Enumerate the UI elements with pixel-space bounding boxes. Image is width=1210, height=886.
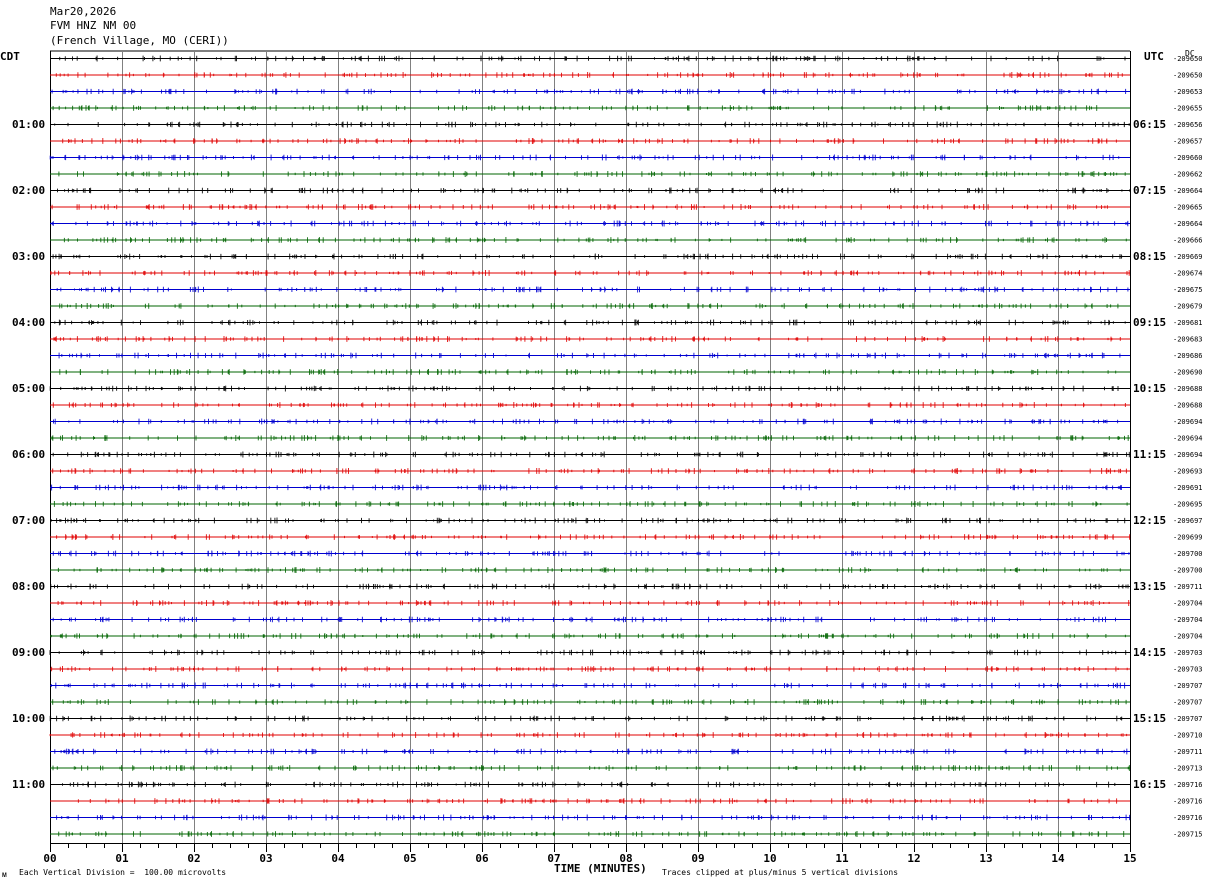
dc-offset-label: -209715 (1173, 831, 1203, 839)
x-tick-label: 14 (1051, 852, 1065, 865)
dc-offset-label: -209664 (1173, 220, 1203, 228)
dc-offset-label: -209697 (1173, 517, 1203, 525)
dc-offset-label: -209699 (1173, 534, 1203, 542)
dc-offset-label: -209704 (1173, 633, 1203, 641)
dc-offset-label: -209665 (1173, 204, 1203, 212)
clip-note: Traces clipped at plus/minus 5 vertical … (662, 868, 899, 877)
hour-label-utc: 13:15 (1133, 580, 1166, 593)
dc-offset-label: -209700 (1173, 567, 1203, 575)
dc-offset-label: -209704 (1173, 600, 1203, 608)
dc-label: DC (1185, 49, 1195, 58)
dc-offset-label: -209690 (1173, 369, 1203, 377)
dc-offset-label: -209664 (1173, 187, 1203, 195)
dc-offset-label: -209694 (1173, 451, 1203, 459)
dc-offset-label: -209703 (1173, 666, 1203, 674)
right-timezone-label: UTC (1144, 50, 1164, 63)
date-label: Mar20,2026 (50, 5, 117, 18)
hour-label-local: 02:00 (12, 184, 45, 197)
hour-label-local: 07:00 (12, 514, 45, 527)
dc-offset-label: -209683 (1173, 336, 1203, 344)
hour-label-utc: 14:15 (1133, 646, 1166, 659)
hour-label-utc: 12:15 (1133, 514, 1166, 527)
dc-offset-label: -209695 (1173, 501, 1203, 509)
dc-offset-label: -209694 (1173, 418, 1203, 426)
scale-note: Each Vertical Division = 100.00 microvol… (19, 868, 227, 877)
dc-offset-label: -209688 (1173, 385, 1203, 393)
dc-offset-label: -209711 (1173, 748, 1203, 756)
dc-offset-label: -209700 (1173, 550, 1203, 558)
hour-label-local: 01:00 (12, 118, 45, 131)
dc-offset-label: -209674 (1173, 270, 1203, 278)
dc-offset-label: -209707 (1173, 715, 1203, 723)
dc-offset-label: -209660 (1173, 154, 1203, 162)
hour-label-utc: 07:15 (1133, 184, 1166, 197)
x-tick-label: 05 (403, 852, 416, 865)
dc-offset-label: -209691 (1173, 484, 1203, 492)
hour-label-local: 10:00 (12, 712, 45, 725)
dc-offset-label: -209662 (1173, 171, 1203, 179)
x-tick-label: 06 (475, 852, 489, 865)
hour-label-utc: 06:15 (1133, 118, 1166, 131)
dc-offset-label: -209650 (1173, 72, 1203, 80)
x-tick-label: 12 (907, 852, 920, 865)
x-tick-label: 03 (259, 852, 272, 865)
hour-label-utc: 15:15 (1133, 712, 1166, 725)
x-tick-label: 01 (115, 852, 129, 865)
dc-offset-label: -209669 (1173, 253, 1203, 261)
dc-offset-label: -209704 (1173, 616, 1203, 624)
hour-label-utc: 08:15 (1133, 250, 1166, 263)
hour-label-local: 09:00 (12, 646, 45, 659)
location-label: (French Village, MO (CERI)) (50, 34, 229, 47)
x-tick-label: 15 (1123, 852, 1136, 865)
x-tick-label: 04 (331, 852, 345, 865)
x-tick-label: 13 (979, 852, 992, 865)
dc-offset-label: -209675 (1173, 286, 1203, 294)
x-tick-label: 11 (835, 852, 849, 865)
hour-label-utc: 10:15 (1133, 382, 1166, 395)
x-tick-label: 10 (763, 852, 776, 865)
x-tick-label: 00 (43, 852, 56, 865)
dc-offset-label: -209707 (1173, 699, 1203, 707)
hour-label-utc: 11:15 (1133, 448, 1166, 461)
hour-label-local: 06:00 (12, 448, 45, 461)
dc-offset-label: -209716 (1173, 814, 1203, 822)
left-timezone-label: CDT (0, 50, 20, 63)
corner-mark: ᴍ (2, 870, 7, 879)
dc-offset-label: -209693 (1173, 468, 1203, 476)
dc-offset-label: -209653 (1173, 88, 1203, 96)
dc-offset-label: -209711 (1173, 583, 1203, 591)
dc-offset-label: -209710 (1173, 732, 1203, 740)
dc-offset-label: -209707 (1173, 682, 1203, 690)
dc-offset-label: -209666 (1173, 237, 1203, 245)
hour-label-local: 08:00 (12, 580, 45, 593)
dc-offset-label: -209694 (1173, 435, 1203, 443)
x-tick-label: 09 (691, 852, 704, 865)
x-axis-title: TIME (MINUTES) (554, 862, 647, 875)
dc-offset-label: -209686 (1173, 352, 1203, 360)
dc-offset-label: -209681 (1173, 319, 1203, 327)
dc-offset-label: -209679 (1173, 303, 1203, 311)
dc-offset-label: -209688 (1173, 402, 1203, 410)
station-label: FVM HNZ NM 00 (50, 19, 137, 32)
x-tick-label: 02 (187, 852, 200, 865)
dc-offset-label: -209657 (1173, 138, 1203, 146)
hour-label-local: 04:00 (12, 316, 45, 329)
dc-offset-label: -209713 (1173, 765, 1203, 773)
hour-label-local: 03:00 (12, 250, 45, 263)
dc-offset-label: -209716 (1173, 798, 1203, 806)
hour-label-local: 11:00 (12, 778, 45, 791)
dc-offset-label: -209655 (1173, 105, 1203, 113)
helicorder-plot: 00 01 02 03 04 05 06 07 08 09 10 11 12 13 14 15-209650-… (12, 50, 1203, 865)
dc-offset-label: -209656 (1173, 121, 1203, 129)
dc-offset-label: -209703 (1173, 649, 1203, 657)
hour-label-utc: 09:15 (1133, 316, 1166, 329)
dc-offset-label: -209716 (1173, 781, 1203, 789)
hour-label-local: 05:00 (12, 382, 45, 395)
hour-label-utc: 16:15 (1133, 778, 1166, 791)
